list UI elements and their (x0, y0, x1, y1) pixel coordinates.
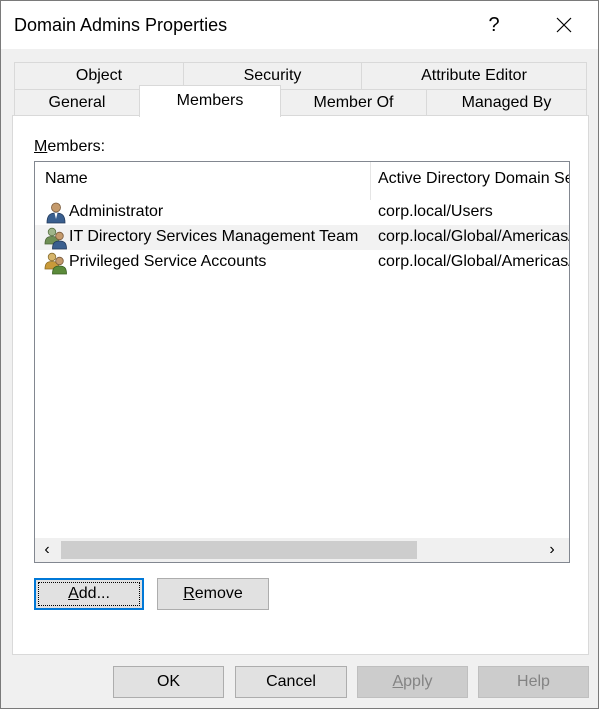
button-label: Remove (183, 585, 243, 602)
table-row[interactable]: Administrator corp.local/Users (35, 200, 569, 225)
close-icon (556, 17, 572, 33)
button-label: OK (156, 673, 181, 690)
tab-member-of[interactable]: Member Of (280, 89, 427, 117)
member-name: Privileged Service Accounts (69, 253, 267, 270)
add-member-button[interactable]: Add... (34, 578, 144, 610)
button-label: Cancel (266, 673, 316, 690)
close-button[interactable] (541, 5, 587, 45)
button-label: Help (517, 673, 550, 690)
horizontal-scrollbar[interactable]: ‹ › (35, 538, 569, 562)
tab-attribute-editor[interactable]: Attribute Editor (361, 62, 587, 90)
member-path: corp.local/Global/Americas/ (378, 253, 569, 270)
members-label: Members: (34, 138, 106, 155)
scroll-left-button[interactable]: ‹ (35, 538, 59, 562)
table-row[interactable]: Privileged Service Accounts corp.local/G… (35, 250, 569, 275)
column-separator[interactable] (370, 162, 371, 200)
tab-label: Security (243, 67, 302, 84)
title-bar: Domain Admins Properties ? (1, 1, 598, 49)
member-path: corp.local/Users (378, 203, 493, 220)
group-icon (44, 227, 67, 250)
chevron-right-icon: › (549, 541, 555, 558)
help-footer-button[interactable]: Help (478, 666, 589, 698)
scroll-right-button[interactable]: › (540, 538, 564, 562)
tab-label: Attribute Editor (421, 67, 527, 84)
tab-general[interactable]: General (14, 89, 140, 117)
member-name: IT Directory Services Management Team (69, 228, 359, 245)
column-header-name[interactable]: Name (45, 170, 88, 188)
help-button[interactable]: ? (471, 5, 517, 45)
window-title: Domain Admins Properties (14, 15, 228, 35)
tab-label: Member Of (313, 94, 394, 111)
tab-label: Object (75, 67, 123, 84)
apply-button[interactable]: Apply (357, 666, 468, 698)
cancel-button[interactable]: Cancel (235, 666, 347, 698)
button-label: Apply (392, 673, 433, 690)
tab-label: General (48, 94, 106, 111)
column-header-ad-path[interactable]: Active Directory Domain Se (378, 170, 569, 188)
tab-managed-by[interactable]: Managed By (426, 89, 587, 117)
properties-dialog: Domain Admins Properties ? Object Securi… (0, 0, 599, 709)
scrollbar-thumb[interactable] (61, 541, 417, 559)
members-tab-panel: Members: Name Active Directory Domain Se… (12, 115, 589, 655)
tab-members[interactable]: Members (139, 85, 281, 117)
member-path: corp.local/Global/Americas/ (378, 228, 569, 245)
table-row[interactable]: IT Directory Services Management Team co… (35, 225, 569, 250)
tab-label: Managed By (461, 94, 552, 111)
ok-button[interactable]: OK (113, 666, 224, 698)
remove-member-button[interactable]: Remove (157, 578, 269, 610)
member-name: Administrator (69, 203, 164, 220)
chevron-left-icon: ‹ (44, 541, 50, 558)
group-icon (44, 252, 67, 275)
members-list[interactable]: Name Active Directory Domain Se Administ… (34, 161, 570, 563)
focus-rectangle (38, 582, 140, 606)
user-icon (46, 202, 66, 224)
tab-label: Members (176, 92, 244, 109)
